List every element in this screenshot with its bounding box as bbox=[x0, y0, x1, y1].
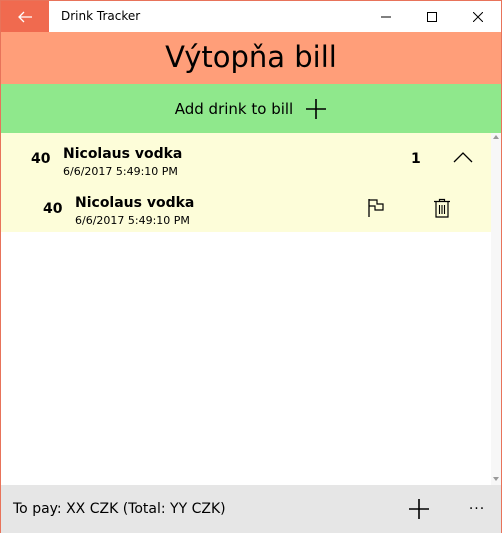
back-button[interactable] bbox=[1, 1, 49, 32]
group-timestamp: 6/6/2017 5:49:10 PM bbox=[63, 165, 178, 178]
minimize-button[interactable] bbox=[363, 1, 409, 32]
add-drink-button[interactable]: Add drink to bill bbox=[1, 84, 501, 133]
item-timestamp: 6/6/2017 5:49:10 PM bbox=[75, 214, 190, 227]
trash-icon bbox=[434, 198, 450, 218]
maximize-icon bbox=[427, 11, 437, 22]
add-drink-label: Add drink to bill bbox=[174, 99, 294, 118]
close-button[interactable] bbox=[455, 1, 501, 32]
to-pay-summary: To pay: XX CZK (Total: YY CZK) bbox=[13, 501, 226, 517]
scroll-up-icon[interactable] bbox=[493, 135, 499, 139]
drink-list: 40 Nicolaus vodka 6/6/2017 5:49:10 PM 1 … bbox=[1, 133, 501, 485]
page-title: Výtopňa bill bbox=[1, 32, 501, 84]
list-item[interactable]: 40 Nicolaus vodka 6/6/2017 5:49:10 PM bbox=[1, 185, 491, 232]
group-count: 1 bbox=[411, 151, 421, 167]
group-quantity: 40 bbox=[31, 151, 51, 167]
group-drink-name: Nicolaus vodka bbox=[63, 146, 183, 162]
maximize-button[interactable] bbox=[409, 1, 455, 32]
flag-button[interactable] bbox=[363, 195, 389, 221]
plus-icon bbox=[305, 98, 327, 120]
item-quantity: 40 bbox=[43, 201, 63, 217]
bottom-app-bar: To pay: XX CZK (Total: YY CZK) ··· bbox=[1, 485, 501, 533]
scroll-down-icon[interactable] bbox=[493, 477, 499, 481]
title-bar: Drink Tracker bbox=[1, 1, 501, 32]
drink-group[interactable]: 40 Nicolaus vodka 6/6/2017 5:49:10 PM 1 … bbox=[1, 133, 491, 232]
footer-add-button[interactable] bbox=[401, 485, 437, 533]
back-arrow-icon bbox=[18, 11, 32, 22]
minimize-icon bbox=[381, 16, 391, 17]
chevron-up-icon bbox=[453, 152, 473, 163]
more-icon: ··· bbox=[468, 501, 486, 517]
app-title: Drink Tracker bbox=[61, 9, 141, 23]
close-icon bbox=[473, 11, 483, 22]
delete-button[interactable] bbox=[429, 195, 455, 221]
flag-icon bbox=[368, 199, 384, 217]
item-drink-name: Nicolaus vodka bbox=[75, 195, 195, 211]
collapse-button[interactable] bbox=[449, 145, 477, 169]
more-button[interactable]: ··· bbox=[461, 485, 493, 533]
scrollbar[interactable] bbox=[491, 133, 501, 485]
plus-icon bbox=[409, 499, 429, 519]
